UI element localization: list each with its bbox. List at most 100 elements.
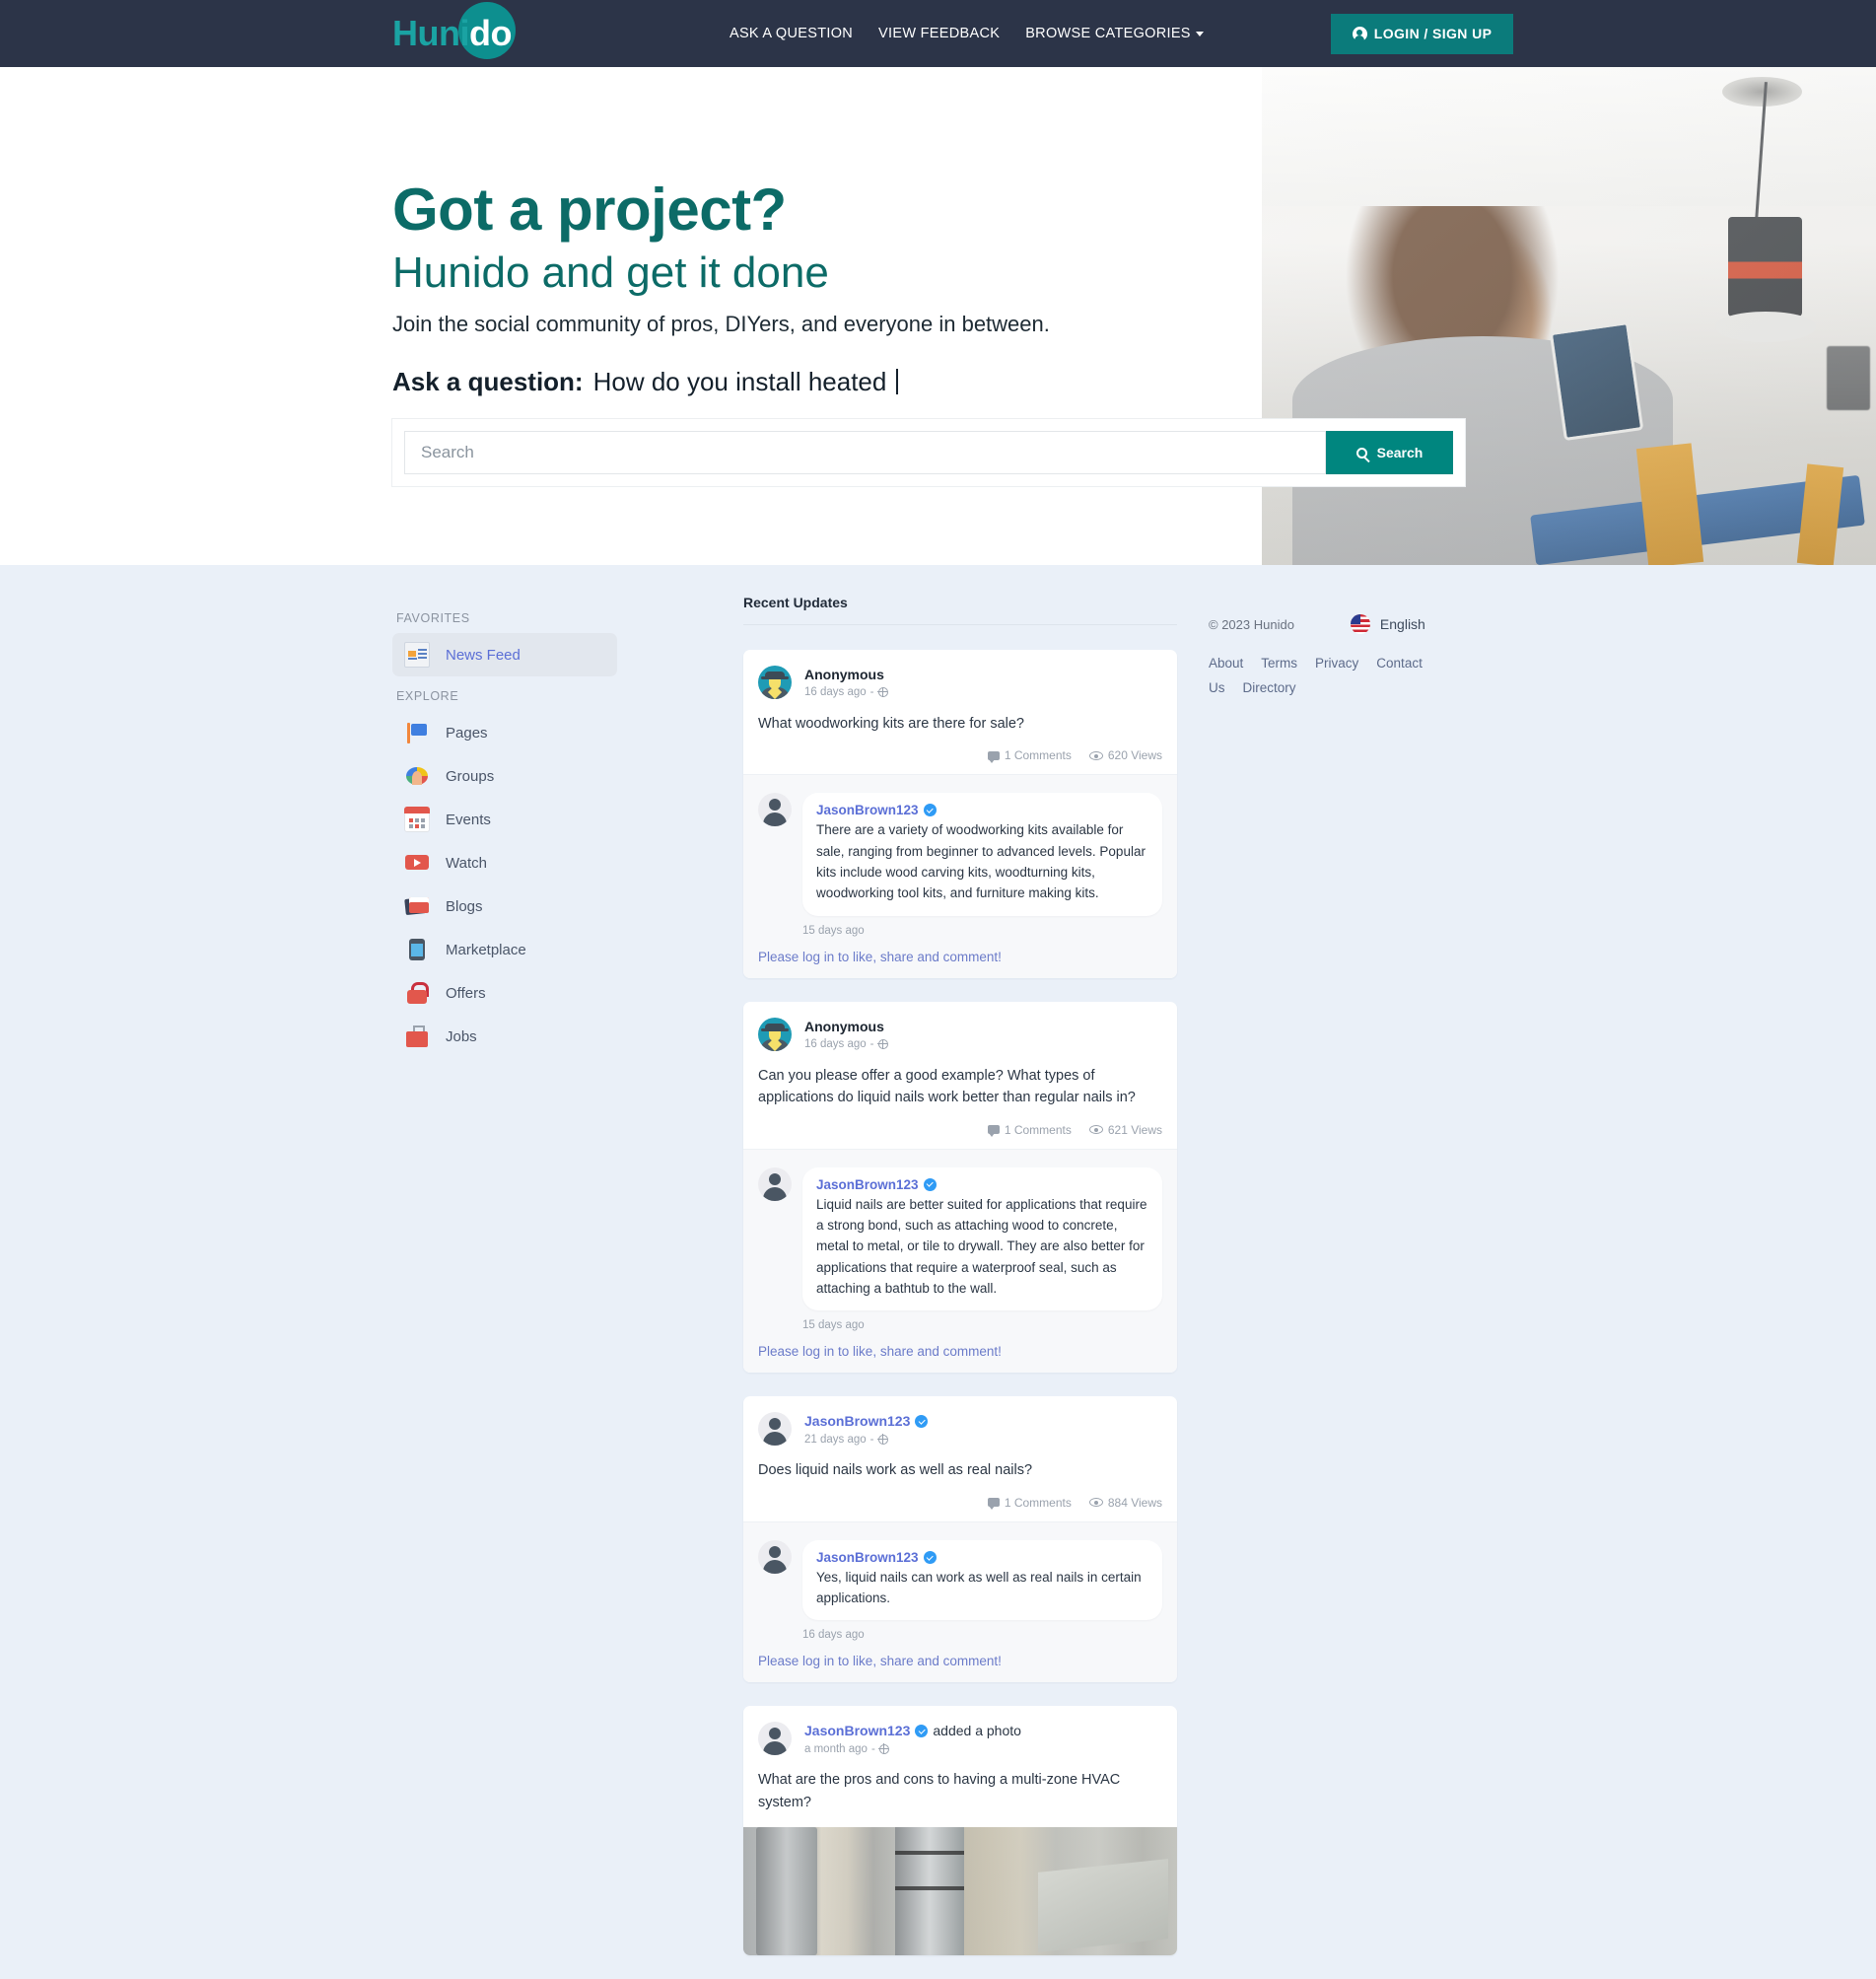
post-text: What are the pros and cons to having a m… bbox=[758, 1772, 1121, 1810]
main-content: FAVORITES News Feed EXPLORE Pages Groups… bbox=[0, 565, 1876, 1979]
comment-row: JasonBrown123 Liquid nails are better su… bbox=[758, 1166, 1162, 1311]
post-author[interactable]: JasonBrown123 added a photo bbox=[804, 1722, 1021, 1739]
commenter-avatar[interactable] bbox=[758, 793, 792, 827]
nav-view-feedback[interactable]: VIEW FEEDBACK bbox=[878, 26, 1000, 41]
footer-link-directory[interactable]: Directory bbox=[1243, 680, 1296, 695]
comment-timestamp: 15 days ago bbox=[802, 924, 865, 937]
sidebar-item-blogs[interactable]: Blogs bbox=[392, 884, 617, 928]
sidebar-item-label: Offers bbox=[446, 984, 486, 1002]
nav-browse-categories[interactable]: BROWSE CATEGORIES bbox=[1025, 26, 1204, 41]
sidebar-item-groups[interactable]: Groups bbox=[392, 754, 617, 798]
marketplace-icon bbox=[404, 937, 430, 962]
comment-author-name: JasonBrown123 bbox=[816, 803, 919, 818]
commenter-avatar[interactable] bbox=[758, 1166, 792, 1201]
login-prompt-link[interactable]: Please log in to like, share and comment… bbox=[758, 950, 1162, 964]
post-card: JasonBrown123 21 days ago - Does liquid … bbox=[743, 1396, 1177, 1683]
post-comments-count: 1 Comments bbox=[1004, 748, 1072, 763]
comment-section: JasonBrown123 Liquid nails are better su… bbox=[743, 1148, 1177, 1374]
comment-author-name: JasonBrown123 bbox=[816, 1176, 919, 1192]
feed-title: Recent Updates bbox=[743, 595, 1177, 625]
login-signup-button[interactable]: LOGIN / SIGN UP bbox=[1330, 13, 1514, 54]
sidebar-item-pages[interactable]: Pages bbox=[392, 711, 617, 754]
login-prompt-link[interactable]: Please log in to like, share and comment… bbox=[758, 1654, 1162, 1668]
post-comments-stat[interactable]: 1 Comments bbox=[987, 748, 1072, 763]
offers-icon bbox=[404, 980, 430, 1006]
news-feed-icon bbox=[404, 642, 430, 668]
sidebar-item-events[interactable]: Events bbox=[392, 798, 617, 841]
post-author[interactable]: JasonBrown123 bbox=[804, 1412, 929, 1430]
eye-icon bbox=[1088, 1498, 1103, 1508]
post-attached-photo[interactable] bbox=[743, 1827, 1177, 1956]
blogs-icon bbox=[404, 893, 430, 919]
comment-bubble: JasonBrown123 There are a variety of woo… bbox=[802, 793, 1162, 916]
sidebar-item-news-feed[interactable]: News Feed bbox=[392, 633, 617, 676]
post-views-stat: 884 Views bbox=[1088, 1496, 1162, 1510]
post-comments-stat[interactable]: 1 Comments bbox=[987, 1496, 1072, 1511]
hero-headline: Got a project? bbox=[392, 177, 787, 243]
comment-section: JasonBrown123 There are a variety of woo… bbox=[743, 774, 1177, 978]
anonymous-avatar[interactable] bbox=[758, 1017, 792, 1051]
search-button-label: Search bbox=[1376, 445, 1424, 461]
post-action-text: added a photo bbox=[933, 1723, 1021, 1739]
comment-section: JasonBrown123 Yes, liquid nails can work… bbox=[743, 1520, 1177, 1683]
language-selector[interactable]: English bbox=[1350, 614, 1425, 634]
user-avatar[interactable] bbox=[758, 1412, 792, 1447]
sidebar-item-watch[interactable]: Watch bbox=[392, 841, 617, 884]
hero-tagline: Join the social community of pros, DIYer… bbox=[392, 312, 1050, 337]
post-header: Anonymous 16 days ago - bbox=[743, 650, 1177, 699]
post-card: Anonymous 16 days ago - What woodworking… bbox=[743, 650, 1177, 978]
comment-author[interactable]: JasonBrown123 bbox=[816, 1550, 1148, 1565]
hero-section: Got a project? Hunido and get it done Jo… bbox=[0, 67, 1876, 565]
post-header: Anonymous 16 days ago - bbox=[743, 1002, 1177, 1051]
globe-icon bbox=[878, 1743, 889, 1754]
post-views-count: 621 Views bbox=[1107, 1122, 1162, 1137]
post-timestamp: 16 days ago - bbox=[804, 686, 888, 698]
comment-author[interactable]: JasonBrown123 bbox=[816, 1177, 1148, 1192]
comment-timestamp: 15 days ago bbox=[802, 1319, 865, 1332]
hero-ask-line: Ask a question: How do you install heate… bbox=[392, 365, 1477, 397]
anonymous-avatar[interactable] bbox=[758, 666, 792, 699]
comment-text: Yes, liquid nails can work as well as re… bbox=[816, 1569, 1142, 1606]
hero-ask-typed-text: How do you install heated bbox=[592, 367, 887, 397]
jobs-icon bbox=[404, 1024, 430, 1049]
footer-link-privacy[interactable]: Privacy bbox=[1315, 656, 1358, 671]
search-icon bbox=[1355, 447, 1367, 459]
post-author-name: JasonBrown123 bbox=[804, 1723, 911, 1739]
post-author[interactable]: Anonymous bbox=[804, 666, 888, 683]
verified-badge-icon bbox=[915, 1414, 929, 1428]
commenter-avatar[interactable] bbox=[758, 1539, 792, 1574]
top-navbar: Hunido ASK A QUESTION VIEW FEEDBACK BROW… bbox=[0, 0, 1876, 67]
chevron-down-icon bbox=[1195, 31, 1204, 36]
footer-top-row: © 2023 Hunido English bbox=[1209, 614, 1504, 634]
sidebar-item-label: Watch bbox=[446, 854, 487, 872]
comment-icon bbox=[987, 750, 1000, 763]
logo-text-prefix: Huni bbox=[392, 13, 469, 53]
post-author[interactable]: Anonymous bbox=[804, 1018, 888, 1035]
verified-badge-icon bbox=[915, 1725, 929, 1738]
site-logo[interactable]: Hunido bbox=[392, 0, 516, 67]
us-flag-icon bbox=[1350, 614, 1370, 634]
sidebar-item-jobs[interactable]: Jobs bbox=[392, 1015, 617, 1058]
comment-author[interactable]: JasonBrown123 bbox=[816, 803, 1148, 817]
login-prompt-link[interactable]: Please log in to like, share and comment… bbox=[758, 1344, 1162, 1359]
user-avatar[interactable] bbox=[758, 1722, 792, 1756]
nav-ask-a-question[interactable]: ASK A QUESTION bbox=[730, 26, 853, 41]
login-signup-label: LOGIN / SIGN UP bbox=[1373, 26, 1493, 41]
footer-link-terms[interactable]: Terms bbox=[1261, 656, 1297, 671]
sidebar-explore-header: EXPLORE bbox=[396, 689, 459, 703]
comment-text: There are a variety of woodworking kits … bbox=[816, 822, 1146, 901]
post-comments-stat[interactable]: 1 Comments bbox=[987, 1123, 1072, 1138]
search-input[interactable] bbox=[404, 431, 1326, 475]
sidebar-item-offers[interactable]: Offers bbox=[392, 971, 617, 1015]
footer-link-about[interactable]: About bbox=[1209, 656, 1243, 671]
post-author-name: Anonymous bbox=[804, 1018, 884, 1034]
search-button[interactable]: Search bbox=[1326, 431, 1453, 475]
post-author-name: Anonymous bbox=[804, 667, 884, 682]
post-card: Anonymous 16 days ago - Can you please o… bbox=[743, 1001, 1177, 1374]
post-text: Does liquid nails work as well as real n… bbox=[758, 1462, 1033, 1479]
copyright-text: © 2023 Hunido bbox=[1209, 616, 1294, 632]
sidebar-item-label: Pages bbox=[446, 724, 488, 742]
sidebar-item-label: Marketplace bbox=[446, 941, 526, 958]
comment-author-name: JasonBrown123 bbox=[816, 1549, 919, 1565]
sidebar-item-marketplace[interactable]: Marketplace bbox=[392, 928, 617, 971]
